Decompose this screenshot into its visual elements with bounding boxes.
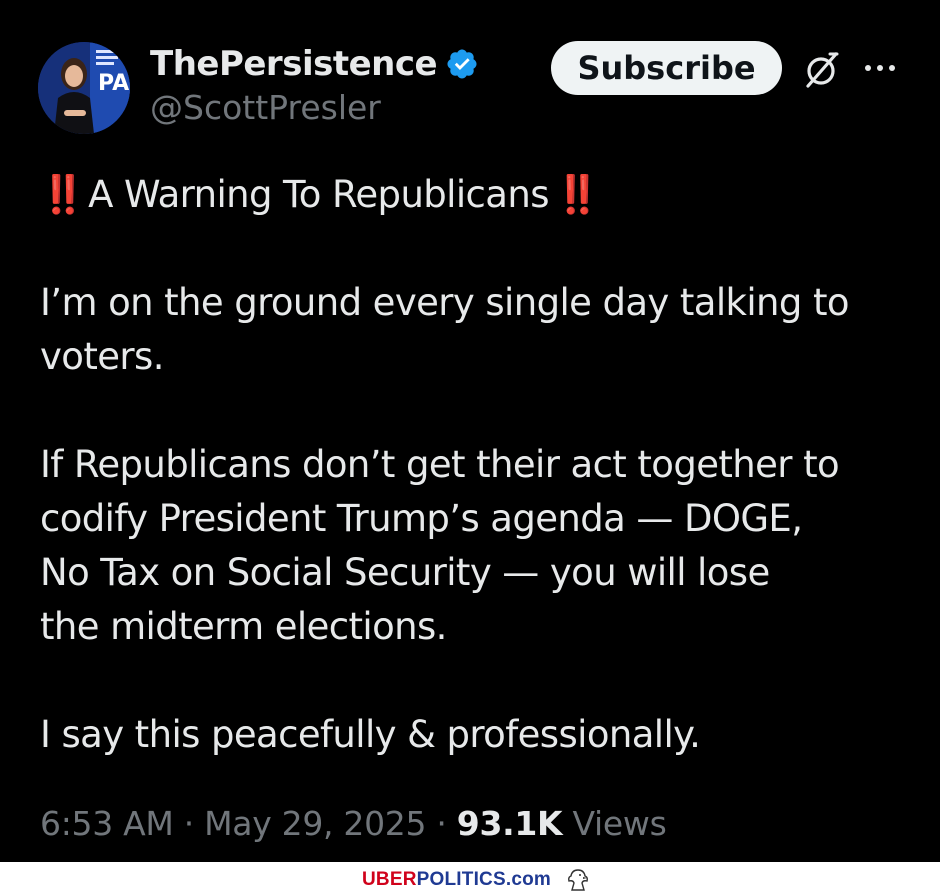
watermark-brand-blue: POLITICS.com (416, 869, 552, 890)
watermark: UBER POLITICS.com (362, 868, 591, 892)
eagle-logo-icon (568, 869, 588, 891)
tweet-text: ‼️ A Warning To Republicans ‼️ I’m on the … (40, 168, 920, 762)
meta-separator: · (426, 804, 457, 843)
watermark-brand-red: UBER (362, 869, 417, 890)
avatar[interactable]: PA (38, 42, 130, 134)
handle[interactable]: @ScottPresler (150, 88, 381, 127)
name-row: ThePersistence (150, 42, 479, 86)
warning-text: A Warning To Republicans (88, 173, 549, 216)
views-label: Views (572, 804, 667, 843)
display-name[interactable]: ThePersistence (150, 44, 438, 84)
paragraph-2-line-1: If Republicans don’t get their act toget… (40, 443, 840, 486)
paragraph-2-line-4: the midterm elections. (40, 605, 447, 648)
tweet-meta: 6:53 AM · May 29, 2025 · 93.1K Views (40, 804, 667, 843)
grok-icon[interactable] (800, 48, 842, 90)
double-exclamation-icon: ‼️ (554, 173, 601, 216)
views-count: 93.1K (456, 804, 563, 843)
svg-text:PA: PA (98, 71, 129, 96)
subscribe-button[interactable]: Subscribe (551, 41, 782, 95)
meta-separator: · (173, 804, 205, 843)
tweet: PA ThePersistence @ScottPresler Subscrib… (0, 0, 940, 860)
double-exclamation-icon: ‼️ (40, 173, 86, 216)
warning-line: ‼️ A Warning To Republicans ‼️ (40, 168, 920, 222)
paragraph-1-line-2: voters. (40, 335, 164, 378)
paragraph-3-line-1: I say this peacefully & professionally. (40, 713, 701, 756)
timestamp-time[interactable]: 6:53 AM (40, 804, 174, 843)
verified-badge-icon (447, 49, 477, 79)
more-options-icon[interactable] (860, 56, 900, 80)
paragraph-2-line-3: No Tax on Social Security — you will los… (40, 551, 770, 594)
timestamp-date[interactable]: May 29, 2025 (204, 804, 426, 843)
paragraph-1-line-1: I’m on the ground every single day talki… (40, 281, 850, 324)
paragraph-2-line-2: codify President Trump’s agenda — DOGE, (40, 497, 803, 540)
